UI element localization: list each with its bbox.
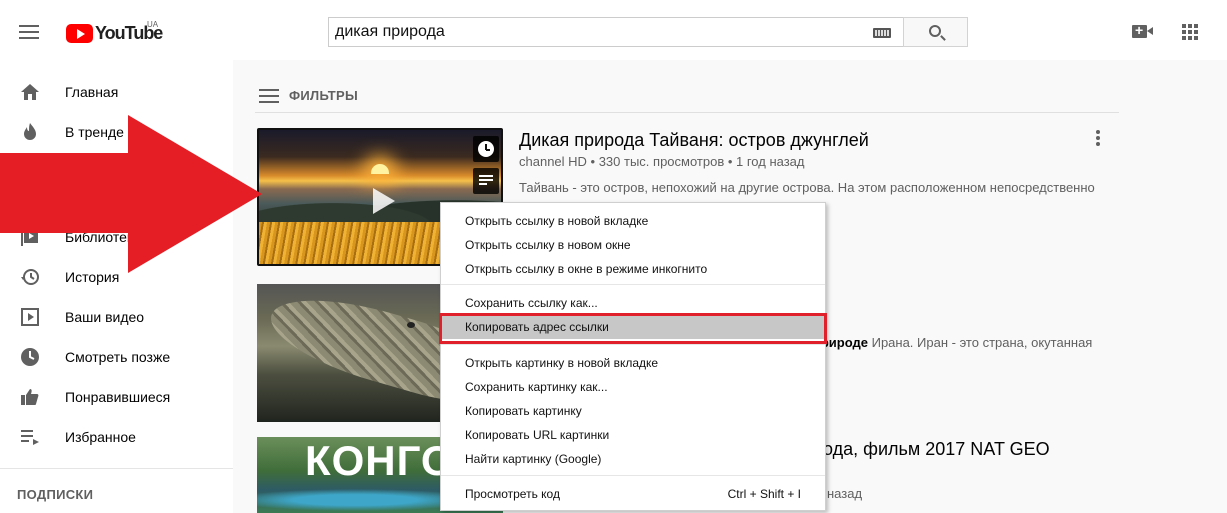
menu-icon[interactable] <box>19 25 39 39</box>
home-icon <box>21 84 39 100</box>
menu-separator <box>441 344 825 345</box>
top-bar: YouTube UA дикая природа <box>0 0 1227 60</box>
description-rest: Ирана. Иран - это страна, окутанная <box>867 335 1093 350</box>
sidebar-item-label: Главная <box>65 84 119 100</box>
sidebar-item-liked[interactable]: Понравившиеся <box>0 377 233 417</box>
search-button[interactable] <box>903 17 968 47</box>
clock-icon <box>21 348 39 366</box>
sidebar-item-label: Избранное <box>65 429 136 445</box>
thumbs-up-icon <box>21 389 39 405</box>
menu-item-label: Открыть картинку в новой вкладке <box>465 356 659 370</box>
menu-item-open-link-new-tab[interactable]: Открыть ссылку в новой вкладке <box>441 209 825 233</box>
search-icon <box>929 25 941 37</box>
filters-divider <box>255 112 1119 113</box>
menu-item-search-image-google[interactable]: Найти картинку (Google) <box>441 447 825 471</box>
add-to-queue-button[interactable] <box>473 168 499 194</box>
menu-item-label: Копировать адрес ссылки <box>465 320 609 334</box>
subscriptions-heading: ПОДПИСКИ <box>17 487 94 502</box>
playlist-icon <box>21 430 39 445</box>
sidebar-item-favorites[interactable]: Избранное <box>0 417 233 457</box>
menu-item-inspect[interactable]: Просмотреть код Ctrl + Shift + I <box>441 482 825 506</box>
menu-item-save-link-as[interactable]: Сохранить ссылку как... <box>441 291 825 315</box>
search-input[interactable]: дикая природа <box>328 17 903 47</box>
sidebar-item-label: Ваши видео <box>65 309 145 325</box>
annotation-arrow <box>0 115 262 273</box>
sidebar-item-label: Смотреть позже <box>65 349 171 365</box>
menu-item-label: Найти картинку (Google) <box>465 452 602 466</box>
video-meta: channel HD • 330 тыс. просмотров • 1 год… <box>519 154 805 169</box>
menu-item-copy-image-url[interactable]: Копировать URL картинки <box>441 423 825 447</box>
menu-item-label: Сохранить ссылку как... <box>465 296 598 310</box>
menu-item-shortcut: Ctrl + Shift + I <box>727 487 801 501</box>
filters-label: ФИЛЬТРЫ <box>289 88 359 103</box>
video-title[interactable]: Дикая природа Тайваня: остров джунглей <box>519 130 869 151</box>
menu-item-open-link-new-window[interactable]: Открыть ссылку в новом окне <box>441 233 825 257</box>
menu-separator <box>441 284 825 285</box>
menu-separator <box>441 475 825 476</box>
filter-sliders-icon <box>259 87 279 105</box>
menu-item-label: Открыть ссылку в новой вкладке <box>465 214 649 228</box>
menu-item-label: Просмотреть код <box>465 487 560 501</box>
menu-item-save-image-as[interactable]: Сохранить картинку как... <box>441 375 825 399</box>
apps-icon[interactable] <box>1182 24 1198 40</box>
sidebar-item-your-videos[interactable]: Ваши видео <box>0 297 233 337</box>
menu-item-label: Копировать картинку <box>465 404 582 418</box>
context-menu: Открыть ссылку в новой вкладке Открыть с… <box>439 202 827 511</box>
sidebar-item-home[interactable]: Главная <box>0 72 233 112</box>
menu-item-open-image-new-tab[interactable]: Открыть картинку в новой вкладке <box>441 351 825 375</box>
menu-item-copy-link-address[interactable]: Копировать адрес ссылки <box>439 313 827 344</box>
menu-item-open-link-incognito[interactable]: Открыть ссылку в окне в режиме инкогнито <box>441 257 825 281</box>
page: YouTube UA дикая природа Главная В тренд… <box>0 0 1227 513</box>
play-square-icon <box>21 308 39 326</box>
video-description-fragment: природе Ирана. Иран - это страна, окутан… <box>813 335 1092 350</box>
sidebar-item-watch-later[interactable]: Смотреть позже <box>0 337 233 377</box>
menu-item-label: Открыть ссылку в новом окне <box>465 238 631 252</box>
play-icon <box>373 188 395 214</box>
youtube-play-logo-icon <box>66 23 93 43</box>
video-meta-fragment: назад <box>827 486 863 501</box>
create-video-icon[interactable] <box>1132 22 1153 38</box>
search-input-value: дикая природа <box>335 23 445 40</box>
more-vert-icon[interactable] <box>1096 130 1100 146</box>
menu-item-copy-image[interactable]: Копировать картинку <box>441 399 825 423</box>
menu-item-label: Открыть ссылку в окне в режиме инкогнито <box>465 262 708 276</box>
menu-item-label: Сохранить картинку как... <box>465 380 608 394</box>
sidebar-item-label: Понравившиеся <box>65 389 171 405</box>
thumbnail-text: КОНГО <box>305 437 455 484</box>
crocodile-eye <box>407 322 415 328</box>
clock-icon <box>478 141 494 157</box>
sunset-sun <box>371 164 389 174</box>
video-description: Тайвань - это остров, непохожий на други… <box>519 180 1095 195</box>
watch-later-button[interactable] <box>473 136 499 162</box>
menu-item-label: Копировать URL картинки <box>465 428 610 442</box>
video-title-fragment[interactable]: ода, фильм 2017 NAT GEO <box>823 439 1050 460</box>
keyboard-icon[interactable] <box>873 28 891 38</box>
country-code: UA <box>147 20 159 29</box>
sidebar-divider <box>0 468 233 469</box>
queue-icon <box>479 175 493 187</box>
